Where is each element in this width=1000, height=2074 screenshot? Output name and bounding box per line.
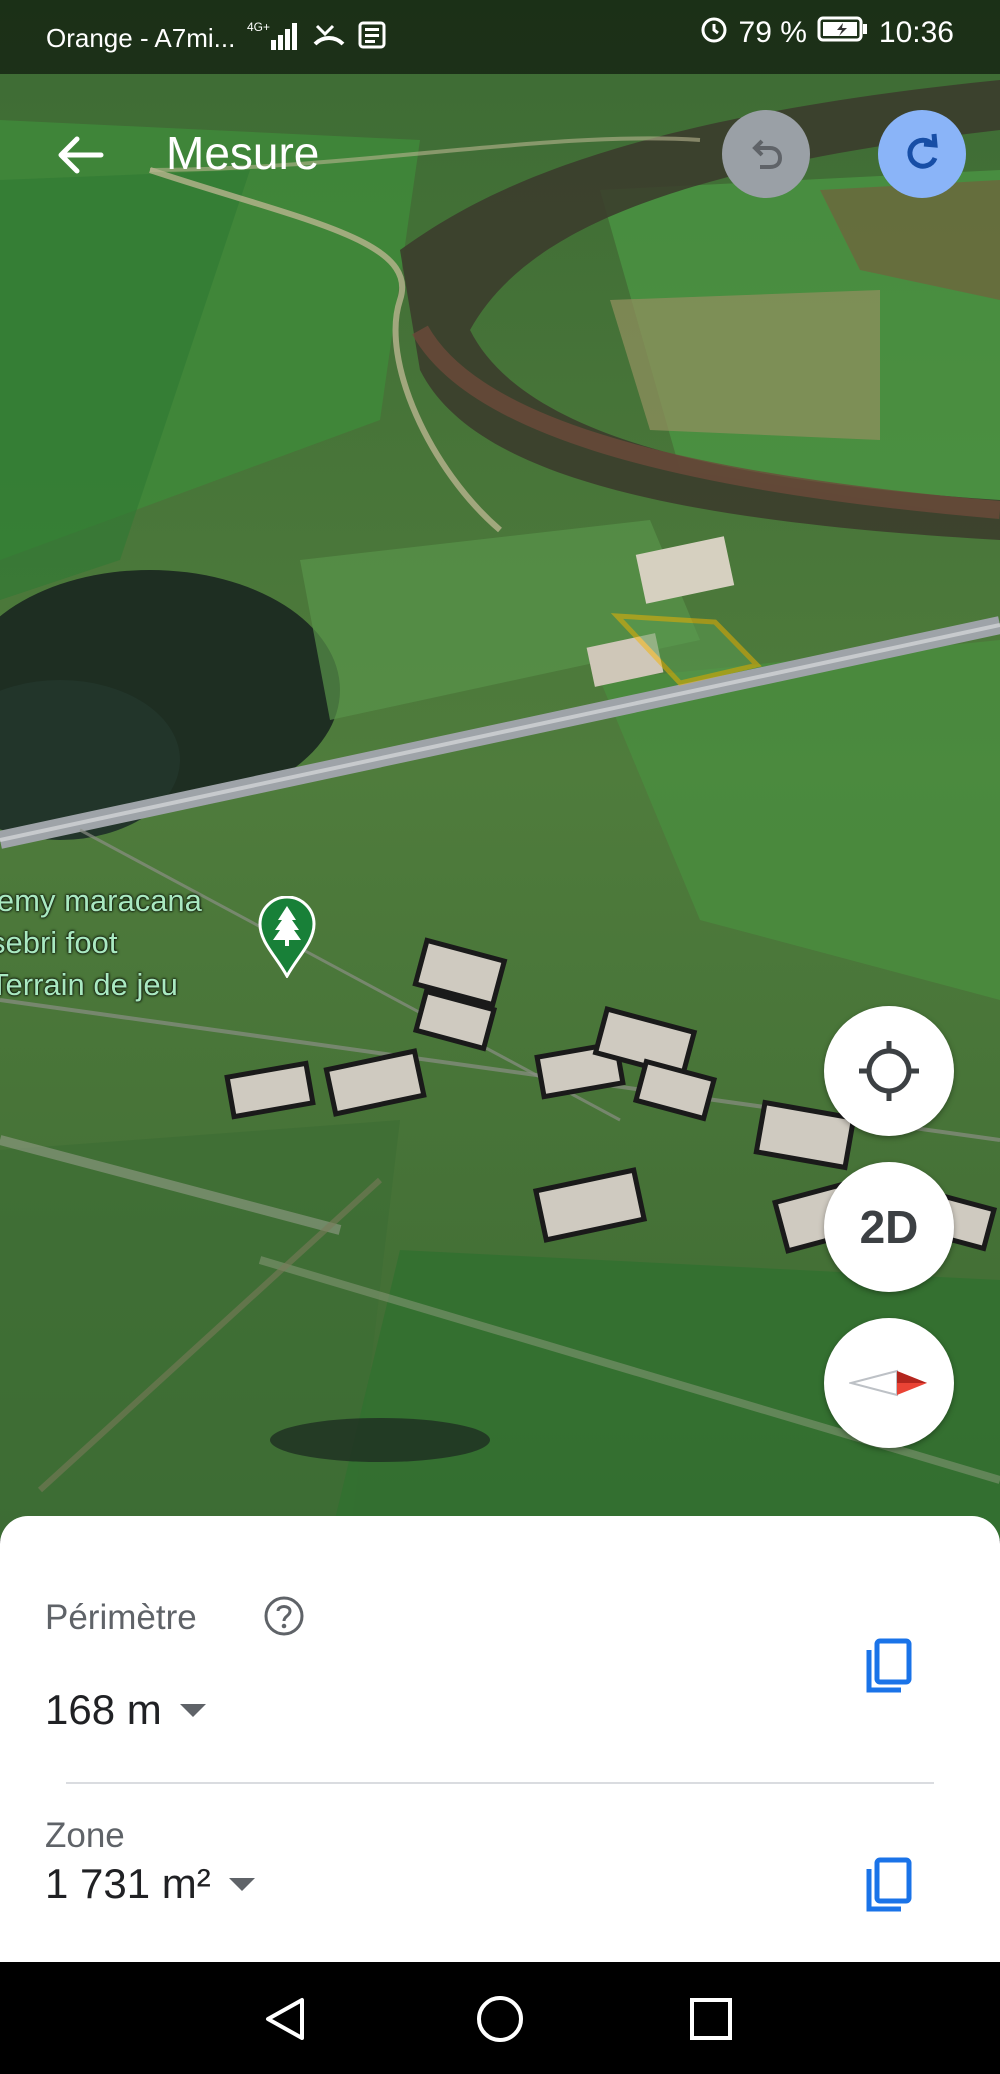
nav-home-icon [477,1996,523,2042]
battery-percent: 79 % [738,16,807,49]
alarm-icon [699,14,729,52]
perimeter-selector[interactable]: 168 m [45,1686,206,1734]
my-location-button[interactable] [824,1006,954,1136]
park-pin-icon [258,895,316,980]
missed-call-icon [313,20,345,57]
app-screen: Orange - A7mi... 4G+ 79 % 10:36 Mesure l… [0,0,1000,2074]
perimeter-label: Périmètre [45,1598,197,1637]
copy-icon [866,1638,912,1693]
clock: 10:36 [878,16,954,49]
undo-icon [752,139,783,169]
area-selector[interactable]: 1 731 m² [45,1860,255,1908]
system-nav-bar [0,1962,1000,2074]
compass-icon [849,1369,927,1397]
view-mode-label: 2D [859,1201,919,1253]
place-name-line2: sebri foot [0,925,118,960]
nav-back-icon [266,1998,304,2040]
divider [66,1782,934,1784]
perimeter-value: 168 m [45,1686,162,1733]
nav-back-button[interactable] [250,1984,320,2054]
nav-home-button[interactable] [465,1984,535,2054]
arrow-back-icon [58,136,104,174]
place-label[interactable]: lemy maracana sebri foot Terrain de jeu [0,880,202,1006]
my-location-icon [859,1041,919,1101]
status-right: 79 % 10:36 [699,14,954,52]
satellite-map[interactable] [0,0,1000,1540]
copy-icon [866,1857,912,1912]
measurement-panel: Périmètre 168 m Zone 1 731 m² [0,1516,1000,1962]
view-mode-button[interactable]: 2D [824,1162,954,1292]
copy-perimeter-button[interactable] [853,1631,923,1701]
carrier-name: Orange - A7mi... [46,23,236,53]
compass-button[interactable] [824,1318,954,1448]
nav-recents-button[interactable] [676,1984,746,2054]
place-pin[interactable] [258,895,316,983]
signal-icon: 4G+ [247,18,301,59]
redo-button[interactable] [878,110,966,198]
help-icon [264,1596,304,1636]
back-button[interactable] [40,120,120,190]
area-value: 1 731 m² [45,1860,211,1907]
map-imagery [0,0,1000,1540]
status-left: Orange - A7mi... 4G+ [46,18,387,59]
network-type: 4G+ [247,20,270,34]
undo-button[interactable] [722,110,810,198]
news-icon [357,20,387,57]
place-category: Terrain de jeu [0,967,178,1002]
page-title: Mesure [166,127,320,179]
place-name-line1: lemy maracana [0,883,202,918]
battery-charging-icon [817,15,869,51]
chevron-down-icon [179,1703,206,1717]
status-bar: Orange - A7mi... 4G+ 79 % 10:36 [0,0,1000,74]
area-label: Zone [45,1816,125,1855]
redo-icon [907,133,938,169]
chevron-down-icon [228,1877,255,1891]
copy-area-button[interactable] [853,1850,923,1920]
app-toolbar: Mesure [0,100,1000,210]
help-button[interactable] [264,1596,304,1636]
nav-recents-icon [690,1998,732,2040]
